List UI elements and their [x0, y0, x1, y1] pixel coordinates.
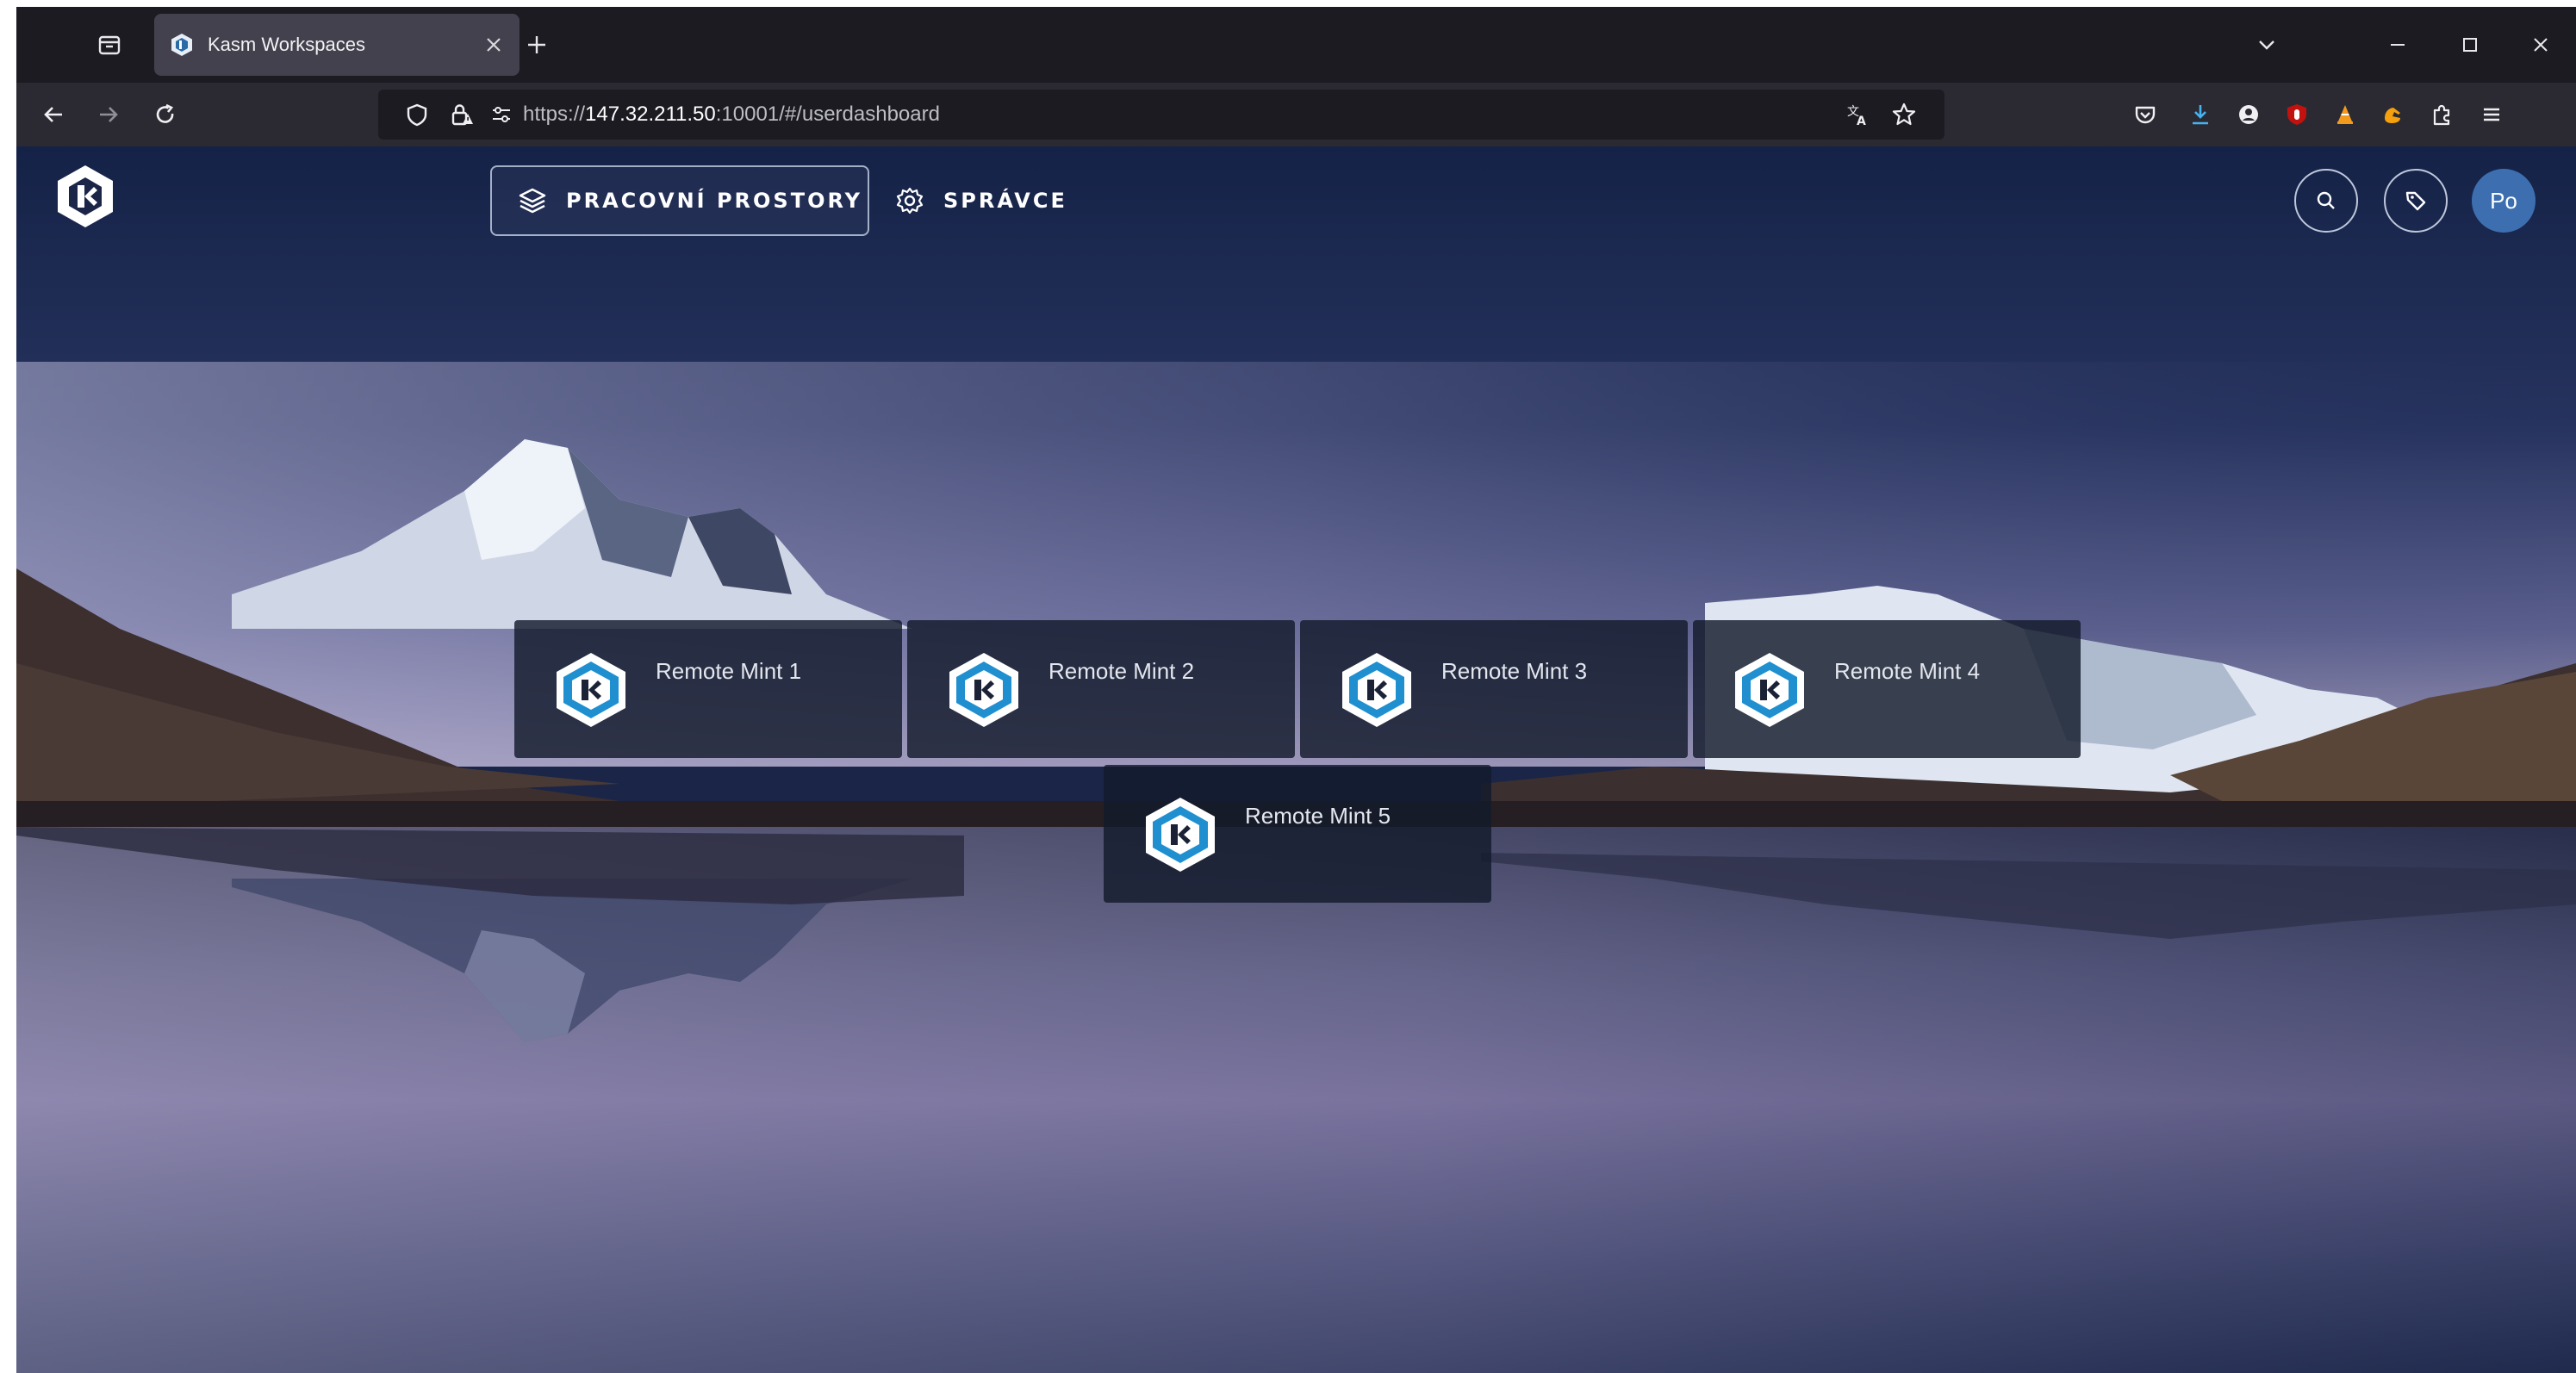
tab-title: Kasm Workspaces: [208, 34, 365, 55]
workspace-card-remote-mint-1[interactable]: Remote Mint 1: [514, 620, 902, 758]
gear-icon: [896, 187, 924, 214]
nav-admin-button[interactable]: SPRÁVCE: [895, 165, 1067, 236]
reload-icon[interactable]: [147, 96, 184, 133]
app-header: PRACOVNÍ PROSTORY SPRÁVCE Po: [16, 146, 2576, 241]
tab-strip: Kasm Workspaces: [16, 7, 2576, 83]
kasm-workspace-icon: [1146, 798, 1215, 872]
browser-window: Kasm Workspaces https://147.32.211.50:10…: [16, 7, 2576, 1373]
workspace-card-remote-mint-3[interactable]: Remote Mint 3: [1300, 620, 1688, 758]
url-text[interactable]: https://147.32.211.50:10001/#/userdashbo…: [523, 90, 940, 140]
kasm-user-dashboard: PRACOVNÍ PROSTORY SPRÁVCE Po Remote Mint…: [16, 146, 2576, 1373]
workspace-name: Remote Mint 1: [656, 658, 802, 684]
workspace-name: Remote Mint 5: [1245, 803, 1391, 829]
mountain-lake-background: [16, 146, 2576, 1373]
forward-arrow-icon[interactable]: [90, 96, 127, 133]
tag-icon: [2405, 191, 2426, 211]
url-path: :10001/#/userdashboard: [715, 103, 940, 126]
permissions-icon[interactable]: [485, 98, 518, 131]
tampermonkey-extension-icon[interactable]: [2375, 96, 2411, 133]
tab-kasm-workspaces[interactable]: Kasm Workspaces: [154, 14, 520, 76]
vlc-extension-icon[interactable]: [2327, 96, 2363, 133]
svg-text:A: A: [1857, 115, 1866, 127]
url-scheme: https://: [523, 103, 586, 126]
minimize-icon[interactable]: [2380, 28, 2415, 62]
tracking-protection-shield-icon[interactable]: [401, 98, 433, 131]
kasm-favicon-icon: [171, 34, 192, 56]
translate-icon[interactable]: 文A: [1841, 98, 1874, 131]
new-tab-icon[interactable]: [520, 28, 554, 62]
close-window-icon[interactable]: [2523, 28, 2558, 62]
pocket-icon[interactable]: [2127, 96, 2163, 133]
nav-workspaces-label: PRACOVNÍ PROSTORY: [566, 189, 863, 213]
workspace-card-remote-mint-5[interactable]: Remote Mint 5: [1104, 765, 1491, 903]
maximize-icon[interactable]: [2453, 28, 2487, 62]
tab-overview-icon[interactable]: [92, 28, 127, 62]
kasm-workspace-icon: [1342, 653, 1411, 727]
downloads-icon[interactable]: [2182, 96, 2218, 133]
search-icon: [2317, 191, 2335, 209]
address-bar[interactable]: https://147.32.211.50:10001/#/userdashbo…: [378, 90, 1944, 140]
layers-icon: [519, 188, 546, 214]
url-host: 147.32.211.50: [585, 103, 716, 126]
kasm-logo-icon[interactable]: [53, 162, 118, 231]
workspace-name: Remote Mint 4: [1834, 658, 1981, 684]
list-tabs-chevron-down-icon[interactable]: [2249, 28, 2284, 62]
workspace-card-remote-mint-4[interactable]: Remote Mint 4: [1693, 620, 2081, 758]
search-button[interactable]: [2294, 169, 2358, 233]
workspace-name: Remote Mint 2: [1048, 658, 1195, 684]
extensions-puzzle-icon[interactable]: [2424, 96, 2460, 133]
kasm-workspace-icon: [949, 653, 1018, 727]
bookmark-star-icon[interactable]: [1888, 98, 1920, 131]
kasm-workspace-icon: [557, 653, 625, 727]
nav-workspaces-button[interactable]: PRACOVNÍ PROSTORY: [490, 165, 869, 236]
workspace-name: Remote Mint 3: [1441, 658, 1588, 684]
user-avatar[interactable]: Po: [2472, 169, 2536, 233]
ublock-origin-extension-icon[interactable]: [2279, 96, 2315, 133]
back-arrow-icon[interactable]: [35, 96, 72, 133]
tags-button[interactable]: [2384, 169, 2448, 233]
avatar-initials: Po: [2490, 187, 2517, 214]
nav-admin-label: SPRÁVCE: [943, 189, 1067, 213]
insecure-lock-icon[interactable]: [445, 98, 478, 131]
kasm-workspace-icon: [1735, 653, 1804, 727]
account-icon[interactable]: [2231, 96, 2267, 133]
navigation-toolbar: https://147.32.211.50:10001/#/userdashbo…: [16, 83, 2576, 146]
close-tab-icon[interactable]: [478, 29, 509, 60]
hamburger-menu-icon[interactable]: [2473, 96, 2510, 133]
workspace-card-remote-mint-2[interactable]: Remote Mint 2: [907, 620, 1295, 758]
